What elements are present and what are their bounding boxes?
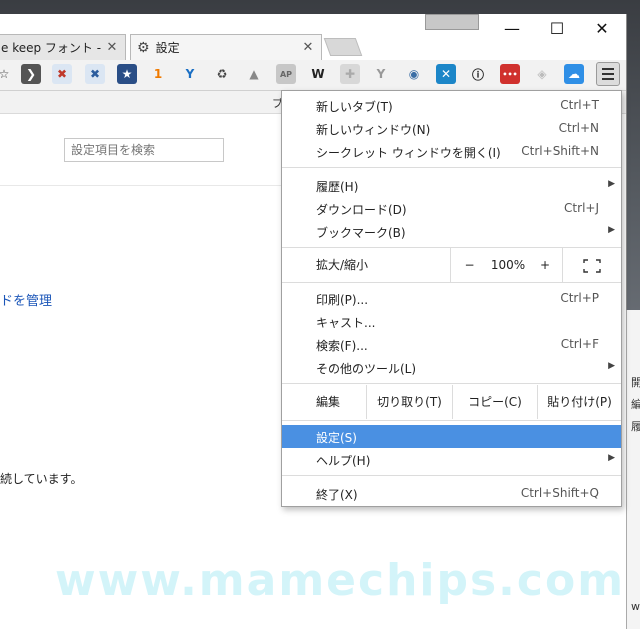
menu-item-label: ヘルプ(H) bbox=[316, 454, 371, 468]
menu-zoom-row: 拡大/縮小 − 100% + bbox=[282, 248, 621, 282]
watermark: www.mamechips.com bbox=[54, 555, 626, 606]
tab-close-blue-icon[interactable]: ✖ bbox=[85, 64, 105, 84]
menu-item-label: ダウンロード(D) bbox=[316, 203, 407, 217]
tab-close-red-icon[interactable]: ✖ bbox=[52, 64, 72, 84]
chrome-menu: 新しいタブ(T) Ctrl+T 新しいウィンドウ(N) Ctrl+N シークレッ… bbox=[281, 90, 622, 507]
menu-item-label: シークレット ウィンドウを開く(I) bbox=[316, 146, 501, 160]
title-bar-placeholder bbox=[425, 14, 479, 30]
wikipedia-icon[interactable]: W bbox=[308, 64, 328, 84]
zoom-in-button[interactable]: + bbox=[528, 248, 562, 282]
copy-button[interactable]: コピー(C) bbox=[452, 385, 537, 419]
menu-item-find[interactable]: 検索(F)... Ctrl+F bbox=[282, 333, 621, 356]
menu-item-bookmarks[interactable]: ブックマーク(B) ▶ bbox=[282, 220, 621, 243]
info-icon[interactable]: ⓘ bbox=[468, 64, 488, 84]
paste-button[interactable]: 貼り付け(P) bbox=[537, 385, 621, 419]
zoom-label: 拡大/縮小 bbox=[316, 258, 369, 272]
x-icon[interactable]: ✕ bbox=[436, 64, 456, 84]
menu-item-label: 検索(F)... bbox=[316, 339, 368, 353]
menu-item-label: 印刷(P)... bbox=[316, 293, 369, 307]
menu-item-shortcut: Ctrl+T bbox=[560, 98, 599, 112]
maximize-button[interactable]: ☐ bbox=[537, 18, 577, 40]
gear-icon: ⚙ bbox=[137, 39, 150, 56]
cloud-icon[interactable]: ☁ bbox=[564, 64, 584, 84]
submenu-arrow-icon: ▶ bbox=[608, 361, 615, 371]
menu-item-exit[interactable]: 終了(X) Ctrl+Shift+Q bbox=[282, 482, 621, 505]
submenu-arrow-icon: ▶ bbox=[608, 453, 615, 463]
ap-icon[interactable]: AP bbox=[276, 64, 296, 84]
menu-item-print[interactable]: 印刷(P)... Ctrl+P bbox=[282, 287, 621, 310]
menu-separator bbox=[282, 383, 621, 384]
zoom-level: 100% bbox=[490, 258, 526, 272]
menu-item-shortcut: Ctrl+Shift+N bbox=[521, 144, 599, 158]
menu-item-label: 新しいタブ(T) bbox=[316, 100, 393, 114]
zoom-out-button[interactable]: − bbox=[450, 248, 488, 282]
menu-item-shortcut: Ctrl+F bbox=[560, 337, 599, 351]
startup-status-text: 続しています。 bbox=[0, 472, 83, 486]
menu-line bbox=[602, 68, 614, 70]
tab-title: e keep フォント - Goo bbox=[1, 41, 105, 55]
menu-separator bbox=[282, 420, 621, 421]
globe-icon[interactable]: ◉ bbox=[404, 64, 424, 84]
fullscreen-button[interactable] bbox=[562, 248, 621, 282]
menu-item-help[interactable]: ヘルプ(H) ▶ bbox=[282, 448, 621, 471]
menu-item-new-window[interactable]: 新しいウィンドウ(N) Ctrl+N bbox=[282, 117, 621, 140]
menu-item-incognito[interactable]: シークレット ウィンドウを開く(I) Ctrl+Shift+N bbox=[282, 140, 621, 163]
menu-separator bbox=[282, 167, 621, 168]
drive-icon[interactable]: ▲ bbox=[244, 64, 264, 84]
menu-item-shortcut: Ctrl+N bbox=[558, 121, 599, 135]
submenu-arrow-icon: ▶ bbox=[608, 225, 615, 235]
menu-item-label: ブックマーク(B) bbox=[316, 226, 406, 240]
menu-item-shortcut: Ctrl+Shift+Q bbox=[520, 486, 599, 500]
menu-edit-row: 編集 切り取り(T) コピー(C) 貼り付け(P) bbox=[282, 385, 621, 419]
toolbar: ☆ ❯ ✖ ✖ ★ 1 Y ♻ ▲ AP W ✚ Y ◉ ✕ ⓘ ••• ◈ ☁ bbox=[0, 60, 626, 91]
recycle-icon[interactable]: ♻ bbox=[212, 64, 232, 84]
close-icon[interactable]: ✕ bbox=[301, 40, 315, 55]
tab-title: 設定 bbox=[155, 41, 180, 55]
menu-line bbox=[602, 73, 614, 75]
manage-link[interactable]: ドを管理 bbox=[0, 290, 52, 309]
background-text: 編 bbox=[631, 396, 640, 412]
menu-item-label: キャスト... bbox=[316, 316, 376, 330]
menu-item-new-tab[interactable]: 新しいタブ(T) Ctrl+T bbox=[282, 94, 621, 117]
menu-line bbox=[602, 78, 614, 80]
background-text: 開 bbox=[631, 374, 640, 390]
background-text: 履 bbox=[631, 418, 640, 434]
star-icon[interactable]: ☆ bbox=[0, 64, 14, 84]
settings-search-input[interactable] bbox=[64, 138, 224, 162]
menu-item-settings[interactable]: 設定(S) bbox=[282, 425, 621, 448]
one-icon[interactable]: 1 bbox=[148, 64, 168, 84]
menu-separator bbox=[282, 282, 621, 283]
shield-icon[interactable]: ◈ bbox=[532, 64, 552, 84]
close-icon[interactable]: ✕ bbox=[105, 40, 119, 55]
minimize-button[interactable]: — bbox=[492, 18, 532, 40]
chrome-menu-button[interactable] bbox=[596, 62, 620, 86]
menu-item-label: 履歴(H) bbox=[316, 180, 359, 194]
close-window-button[interactable]: ✕ bbox=[582, 18, 622, 40]
menu-item-downloads[interactable]: ダウンロード(D) Ctrl+J bbox=[282, 197, 621, 220]
cut-button[interactable]: 切り取り(T) bbox=[366, 385, 452, 419]
menu-item-label: 設定(S) bbox=[316, 431, 357, 445]
menu-item-history[interactable]: 履歴(H) ▶ bbox=[282, 174, 621, 197]
edit-label: 編集 bbox=[316, 395, 341, 409]
new-tab-button[interactable] bbox=[323, 38, 363, 56]
tab-settings[interactable]: ⚙ 設定 ✕ bbox=[130, 34, 322, 60]
menu-item-shortcut: Ctrl+J bbox=[564, 201, 599, 215]
tab-keep-font[interactable]: e keep フォント - Goo ✕ bbox=[0, 34, 126, 60]
submenu-arrow-icon: ▶ bbox=[608, 179, 615, 189]
dots-icon[interactable]: ••• bbox=[500, 64, 520, 84]
menu-item-shortcut: Ctrl+P bbox=[560, 291, 599, 305]
menu-item-label: 新しいウィンドウ(N) bbox=[316, 123, 431, 137]
fullscreen-icon bbox=[583, 258, 601, 273]
menu-item-cast[interactable]: キャスト... bbox=[282, 310, 621, 333]
menu-separator bbox=[282, 475, 621, 476]
menu-item-more-tools[interactable]: その他のツール(L) ▶ bbox=[282, 356, 621, 379]
plus-icon[interactable]: ✚ bbox=[340, 64, 360, 84]
bookmark-star-icon[interactable]: ★ bbox=[117, 64, 137, 84]
pocket-icon[interactable]: ❯ bbox=[21, 64, 41, 84]
title-bar: e keep フォント - Goo ✕ ⚙ 設定 ✕ — ☐ ✕ bbox=[0, 14, 626, 60]
wrench-icon[interactable]: Y bbox=[371, 64, 391, 84]
menu-item-label: その他のツール(L) bbox=[316, 362, 417, 376]
menu-item-label: 終了(X) bbox=[316, 488, 358, 502]
y-icon[interactable]: Y bbox=[180, 64, 200, 84]
